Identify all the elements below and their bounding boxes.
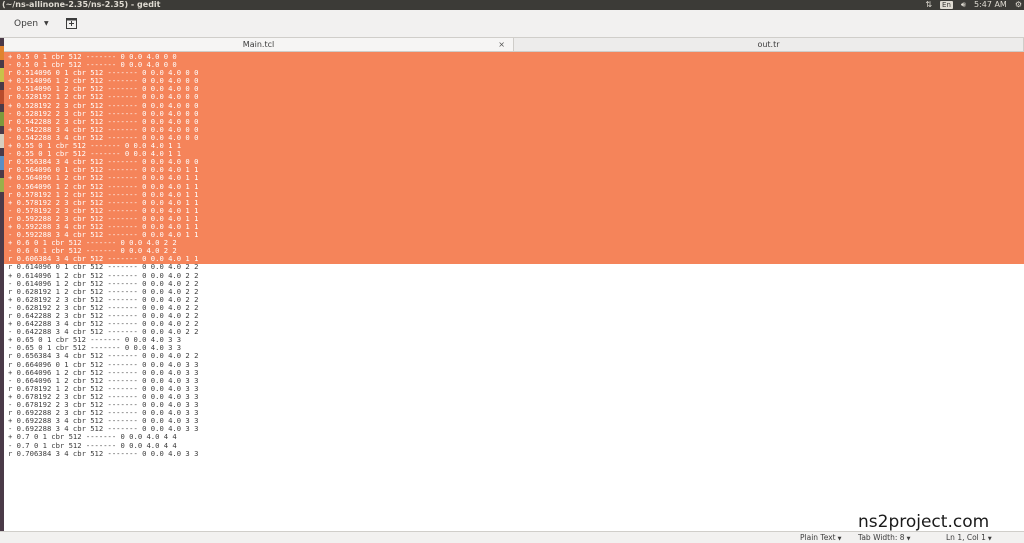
chevron-down-icon: ▼ — [987, 536, 992, 542]
close-icon[interactable]: × — [498, 38, 505, 52]
language-selector[interactable]: Plain Text ▼ — [800, 532, 841, 543]
text-editor[interactable]: + 0.5 0 1 cbr 512 ------- 0 0.0 4.0 0 0-… — [4, 52, 1024, 531]
code-line[interactable]: r 0.706384 3 4 cbr 512 ------- 0 0.0 4.0… — [8, 449, 198, 458]
chevron-down-icon: ▼ — [906, 536, 911, 542]
chevron-down-icon: ▼ — [44, 20, 49, 27]
tab-label: out.tr — [757, 40, 780, 49]
tab-out-tr[interactable]: out.tr — [514, 38, 1024, 51]
tab-width-selector[interactable]: Tab Width: 8 ▼ — [858, 532, 910, 543]
tab-bar: Main.tcl × out.tr — [4, 38, 1024, 52]
toolbar: Open ▼ — [0, 10, 1024, 38]
network-arrows-icon[interactable]: ⇅ — [925, 0, 932, 10]
open-button[interactable]: Open ▼ — [8, 16, 55, 32]
editor-content[interactable]: + 0.5 0 1 cbr 512 ------- 0 0.0 4.0 0 0-… — [8, 52, 198, 458]
new-document-icon — [66, 18, 78, 29]
chevron-down-icon: ▼ — [837, 536, 842, 542]
top-panel: (~/ns-allinone-2.35/ns-2.35) - gedit ⇅ E… — [0, 0, 1024, 10]
new-document-button[interactable] — [65, 17, 79, 31]
language-label: Plain Text — [800, 533, 836, 542]
cursor-position-label: Ln 1, Col 1 — [946, 533, 986, 542]
open-button-label: Open — [14, 18, 39, 29]
volume-icon[interactable]: 🔊︎ — [961, 0, 966, 10]
system-indicators: ⇅ En 🔊︎ 5:47 AM ⚙ — [925, 0, 1024, 10]
tab-width-label: Tab Width: 8 — [858, 533, 905, 542]
window-title: (~/ns-allinone-2.35/ns-2.35) - gedit — [2, 0, 161, 9]
status-bar: Plain Text ▼ Tab Width: 8 ▼ Ln 1, Col 1 ▼ — [0, 531, 1024, 543]
tab-label: Main.tcl — [242, 40, 275, 49]
keyboard-layout-indicator[interactable]: En — [940, 1, 953, 9]
clock[interactable]: 5:47 AM — [974, 0, 1007, 10]
tab-main-tcl[interactable]: Main.tcl × — [4, 38, 514, 51]
watermark: ns2project.com — [858, 512, 990, 532]
cursor-position[interactable]: Ln 1, Col 1 ▼ — [946, 532, 992, 543]
settings-gear-icon[interactable]: ⚙ — [1015, 0, 1022, 10]
